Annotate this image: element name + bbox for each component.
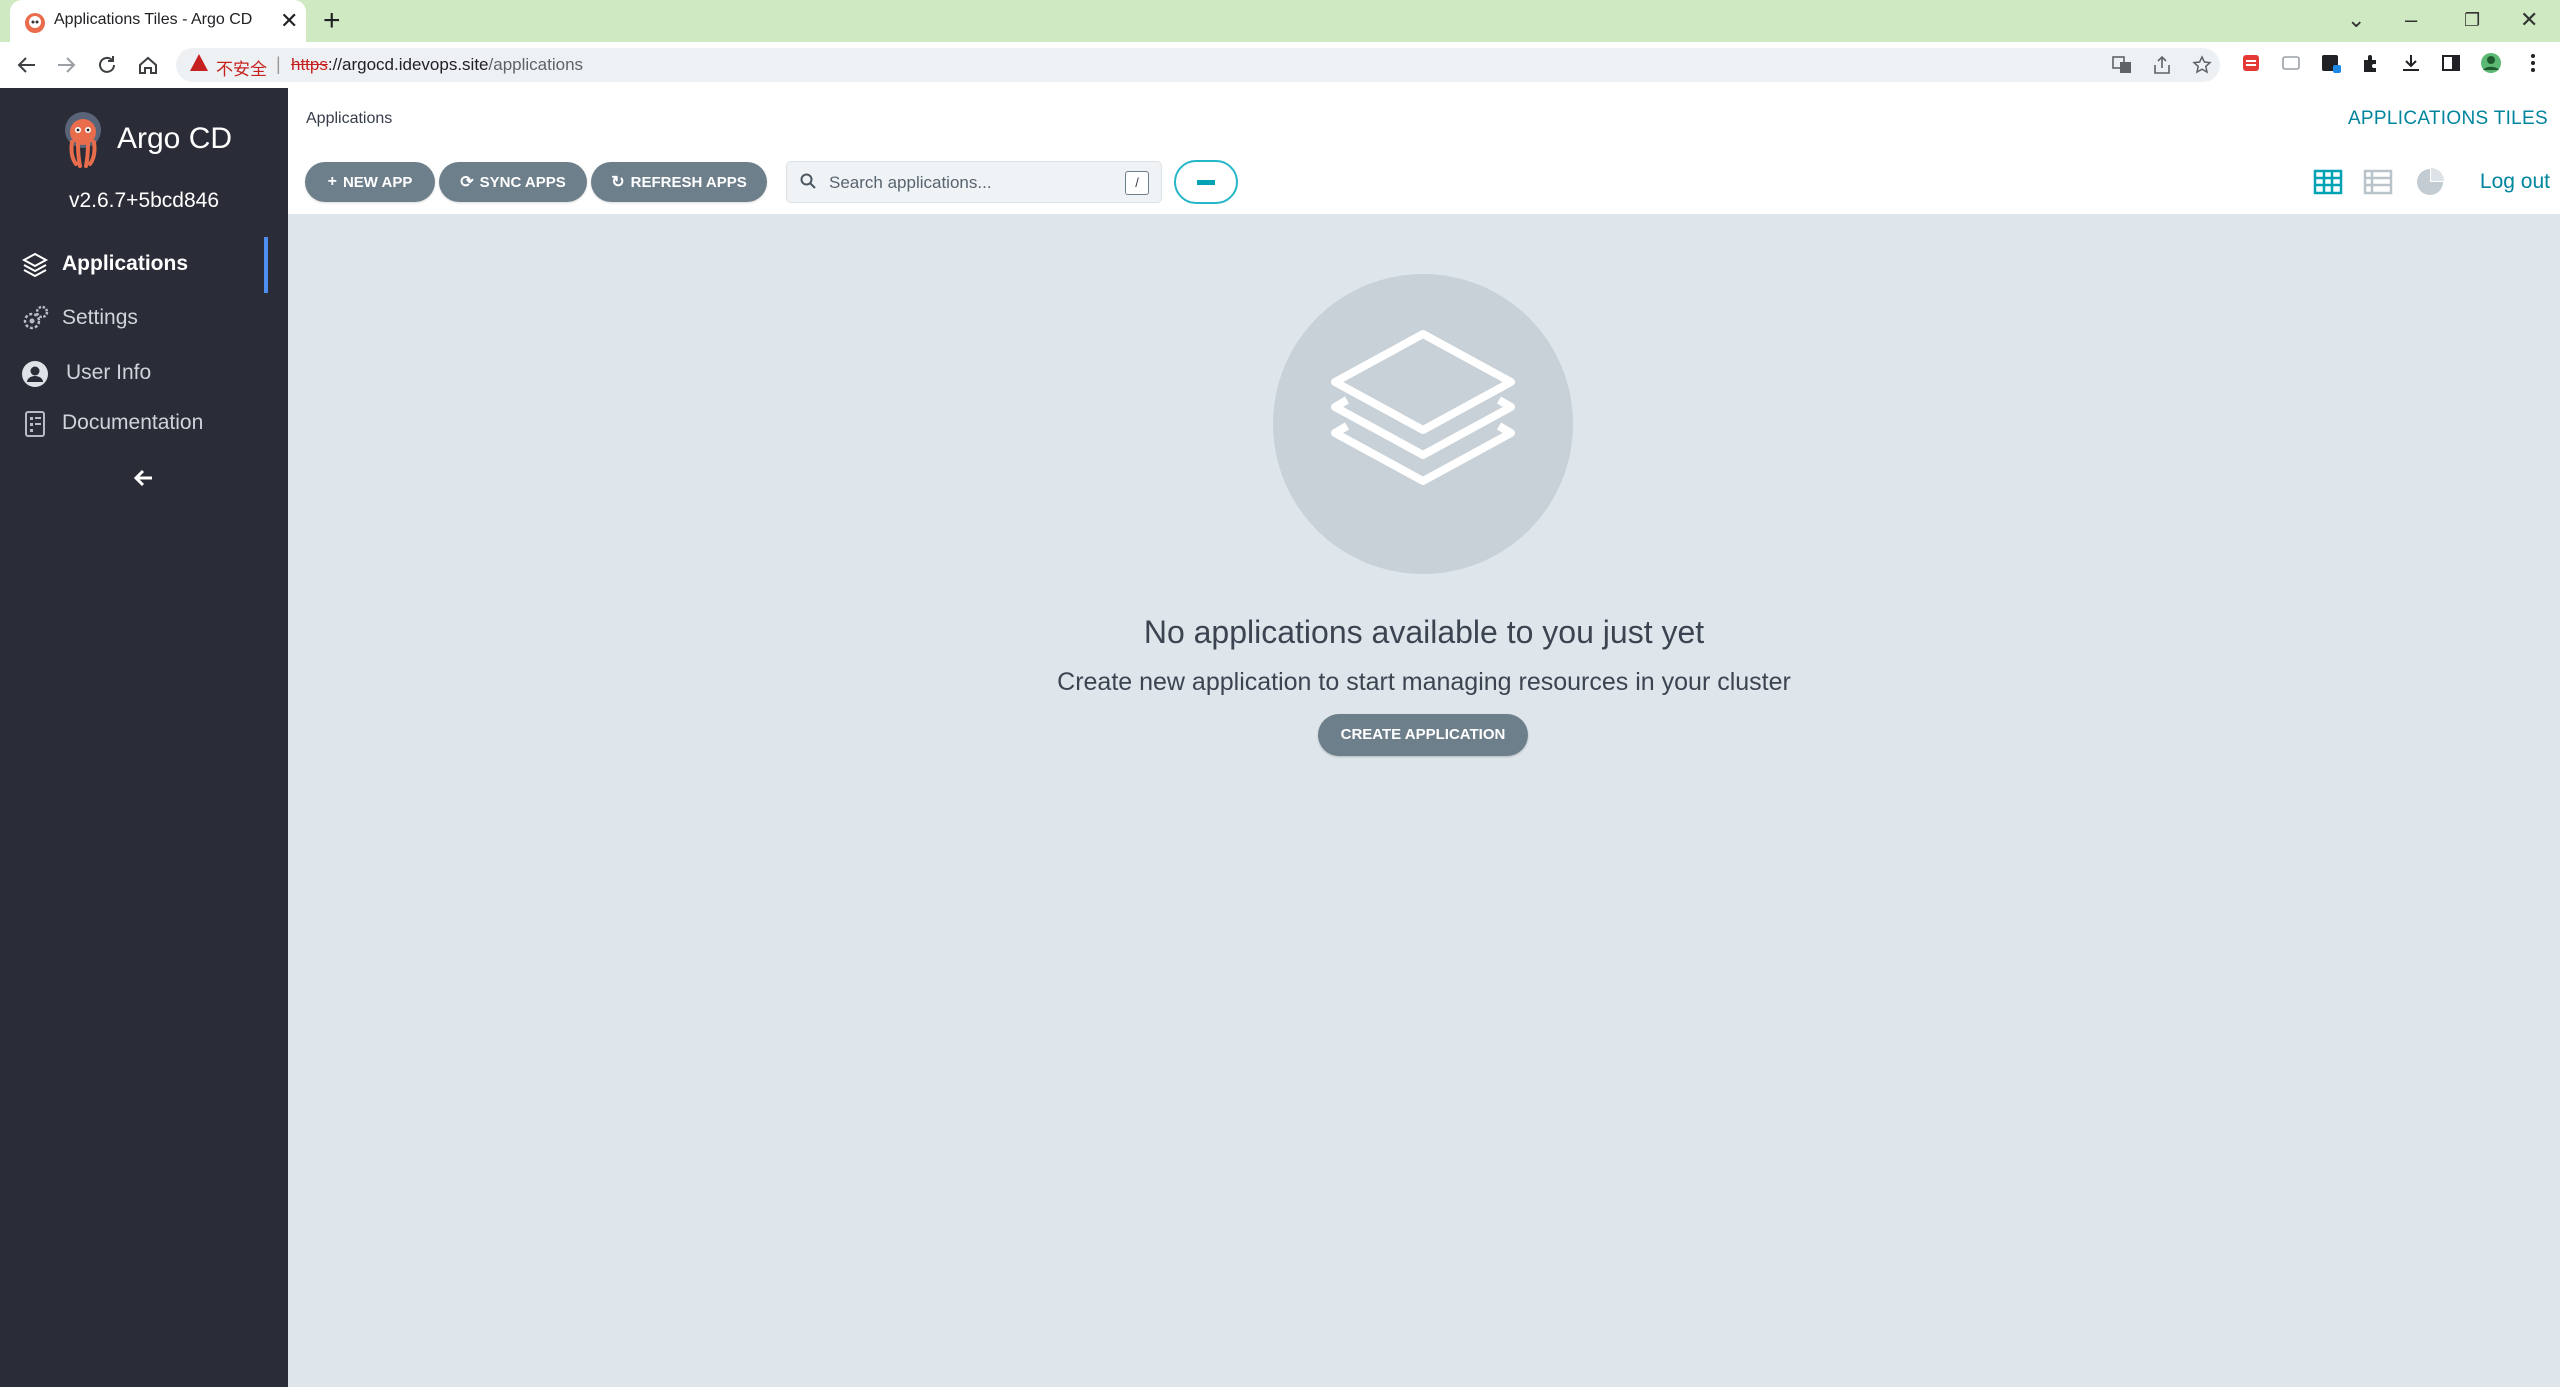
page-title: APPLICATIONS TILES (2347, 108, 2548, 129)
new-app-button[interactable]: + NEW APP (305, 162, 435, 202)
arrow-left-icon[interactable] (130, 464, 158, 492)
restore-icon[interactable]: ❐ (2464, 4, 2480, 36)
empty-state-subtitle: Create new application to start managing… (1057, 668, 1791, 696)
tiles-view-icon[interactable] (2312, 166, 2344, 198)
sidebar-item-label: Applications (62, 252, 189, 275)
tab-title: Applications Tiles - Argo CD (54, 11, 253, 28)
profile-avatar-icon[interactable] (2480, 52, 2502, 74)
book-icon (25, 411, 45, 437)
layers-icon (1331, 330, 1515, 485)
search-icon (800, 173, 816, 189)
home-icon[interactable] (137, 54, 159, 76)
sidebar-item-settings[interactable]: Settings (0, 290, 288, 342)
window-close-icon[interactable]: ✕ (2520, 4, 2538, 36)
search-box[interactable]: / (786, 161, 1162, 203)
user-circle-icon (22, 361, 48, 387)
summary-pie-icon[interactable] (2414, 166, 2446, 198)
refresh-apps-button[interactable]: ↻ REFRESH APPS (591, 162, 767, 202)
search-input[interactable] (827, 168, 1111, 198)
extensions-puzzle-icon[interactable] (2360, 52, 2382, 74)
brand-name: Argo CD (117, 122, 233, 155)
sidebar-item-documentation[interactable]: Documentation (0, 395, 288, 447)
back-icon[interactable] (16, 54, 38, 76)
logout-link[interactable]: Log out (2480, 170, 2550, 194)
extension-red-icon[interactable] (2240, 52, 2262, 74)
filter-icon (1197, 180, 1215, 185)
downloads-icon[interactable] (2400, 52, 2422, 74)
sidebar-item-label: Settings (62, 306, 138, 329)
extension-dark-icon[interactable] (2320, 52, 2342, 74)
sidebar-item-applications[interactable]: Applications (0, 236, 288, 293)
not-secure-warning-icon[interactable] (190, 54, 208, 71)
sidebar: Argo CD v2.6.7+5bcd846 Applications Sett… (0, 88, 288, 1387)
argo-logo-icon (65, 112, 101, 168)
browser-menu-icon[interactable] (2522, 52, 2544, 74)
extension-grey-icon[interactable] (2280, 52, 2302, 74)
url-omnibox[interactable]: 不安全 | https://argocd.idevops.site/applic… (176, 48, 2220, 82)
version-label: v2.6.7+5bcd846 (68, 189, 220, 212)
browser-tab-strip: Applications Tiles - Argo CD ✕ + ⌄ – ❐ ✕ (0, 0, 2560, 44)
share-icon[interactable] (2152, 55, 2172, 75)
empty-state-title: No applications available to you just ye… (1143, 614, 1705, 650)
forward-icon[interactable] (55, 54, 77, 76)
search-shortcut-key: / (1125, 171, 1149, 195)
sync-apps-button[interactable]: ⟳ SYNC APPS (439, 162, 587, 202)
breadcrumb[interactable]: Applications (306, 110, 392, 128)
browser-tab[interactable]: Applications Tiles - Argo CD ✕ (10, 0, 306, 44)
sync-icon: ⟳ (460, 174, 474, 191)
bookmark-star-icon[interactable] (2192, 55, 2212, 75)
sidebar-item-label: User Info (66, 361, 152, 384)
layers-icon (21, 252, 49, 278)
tab-close-icon[interactable]: ✕ (280, 7, 298, 35)
sidebar-item-label: Documentation (62, 411, 204, 434)
url-text[interactable]: https://argocd.idevops.site/applications (291, 55, 583, 75)
toolbar: + NEW APP ⟳ SYNC APPS ↻ REFRESH APPS / L… (288, 152, 2560, 214)
create-application-button[interactable]: CREATE APPLICATION (1318, 714, 1528, 756)
address-bar-row: 不安全 | https://argocd.idevops.site/applic… (0, 42, 2560, 89)
omnibox-separator: | (276, 54, 281, 74)
side-panel-icon[interactable] (2440, 52, 2462, 74)
list-view-icon[interactable] (2362, 166, 2394, 198)
page-header: Applications APPLICATIONS TILES (288, 88, 2560, 153)
filter-toggle-button[interactable] (1174, 160, 1238, 204)
tab-search-icon[interactable]: ⌄ (2347, 4, 2365, 36)
reload-icon[interactable] (96, 54, 118, 76)
plus-icon: + (327, 173, 337, 190)
translate-icon[interactable] (2112, 55, 2132, 75)
gears-icon (23, 305, 49, 330)
new-tab-button[interactable]: + (323, 4, 341, 38)
not-secure-label[interactable]: 不安全 (216, 55, 267, 80)
argo-favicon-icon (25, 13, 45, 33)
refresh-icon: ↻ (611, 174, 625, 191)
sidebar-item-user-info[interactable]: User Info (0, 345, 288, 397)
minimize-icon[interactable]: – (2405, 4, 2417, 36)
